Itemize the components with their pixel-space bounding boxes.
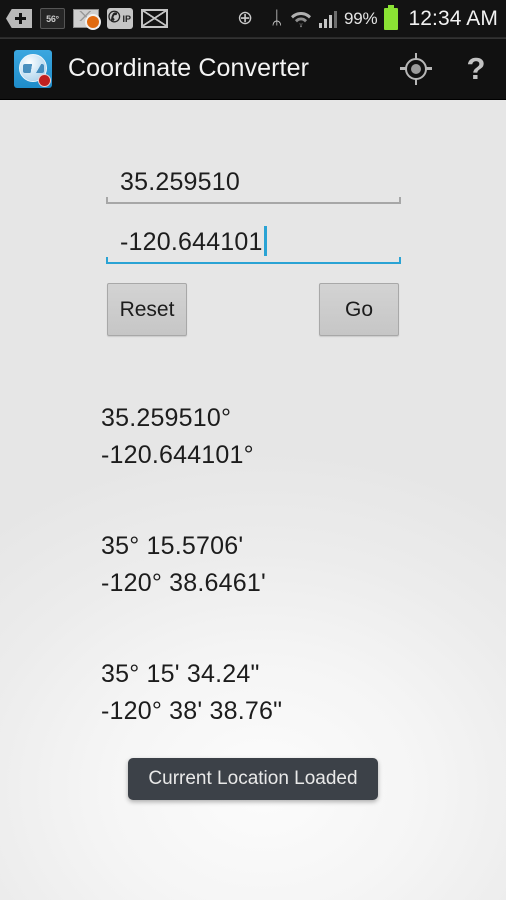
envelope-icon (141, 9, 168, 28)
my-location-icon (400, 52, 432, 85)
battery-icon (384, 4, 399, 30)
decimal-degrees-latitude: 35.259510° (101, 404, 232, 432)
app-globe-icon (14, 49, 52, 88)
app-icon-badge (38, 73, 51, 87)
action-bar: Coordinate Converter ? (0, 38, 506, 100)
my-location-button[interactable] (386, 38, 446, 100)
wifi-icon (290, 8, 312, 29)
degrees-decimal-minutes-longitude: -120° 38.6461' (101, 569, 266, 597)
cell-signal-icon (318, 9, 338, 28)
degrees-decimal-minutes-latitude: 35° 15.5706' (101, 532, 244, 560)
mail-unread-icon (73, 9, 101, 30)
weather-icon: 56° (40, 8, 65, 29)
degrees-decimal-minutes-result: 35° 15.5706' -120° 38.6461' (101, 528, 266, 602)
latitude-input-value[interactable]: 35.259510 (106, 168, 240, 202)
degrees-minutes-seconds-longitude: -120° 38' 38.76" (101, 697, 283, 725)
phone-ip-icon: IP (107, 8, 133, 29)
latitude-underline (106, 197, 401, 211)
decimal-degrees-longitude: -120.644101° (101, 441, 254, 469)
degrees-minutes-seconds-result: 35° 15' 34.24" -120° 38' 38.76" (101, 656, 282, 730)
text-cursor (263, 226, 267, 256)
help-button[interactable]: ? (446, 38, 506, 100)
latitude-field[interactable]: 35.259510 (106, 168, 401, 211)
nfc-icon: ⊕ (237, 7, 254, 29)
longitude-underline (106, 257, 401, 271)
go-button[interactable]: Go (319, 283, 399, 336)
longitude-field[interactable]: -120.644101 (106, 226, 401, 271)
status-bar-left-icons: 56° IP (6, 8, 168, 30)
toast-message: Current Location Loaded (128, 758, 378, 800)
status-bar[interactable]: 56° IP ⊕ ᛦ 99% 12:34 AM (0, 0, 506, 38)
degrees-minutes-seconds-latitude: 35° 15' 34.24" (101, 660, 260, 688)
page-title: Coordinate Converter (68, 54, 310, 82)
battery-percent-label: 99% (344, 8, 378, 28)
question-mark-icon: ? (466, 51, 486, 86)
status-bar-right-icons: ⊕ ᛦ 99% 12:34 AM (237, 4, 498, 31)
bluetooth-icon: ᛦ (271, 7, 283, 29)
reset-button[interactable]: Reset (107, 283, 187, 336)
action-bar-actions: ? (386, 38, 506, 100)
add-widget-icon (6, 9, 32, 28)
status-bar-clock: 12:34 AM (408, 6, 498, 30)
longitude-input-value[interactable]: -120.644101 (106, 228, 263, 262)
decimal-degrees-result: 35.259510° -120.644101° (101, 400, 254, 474)
